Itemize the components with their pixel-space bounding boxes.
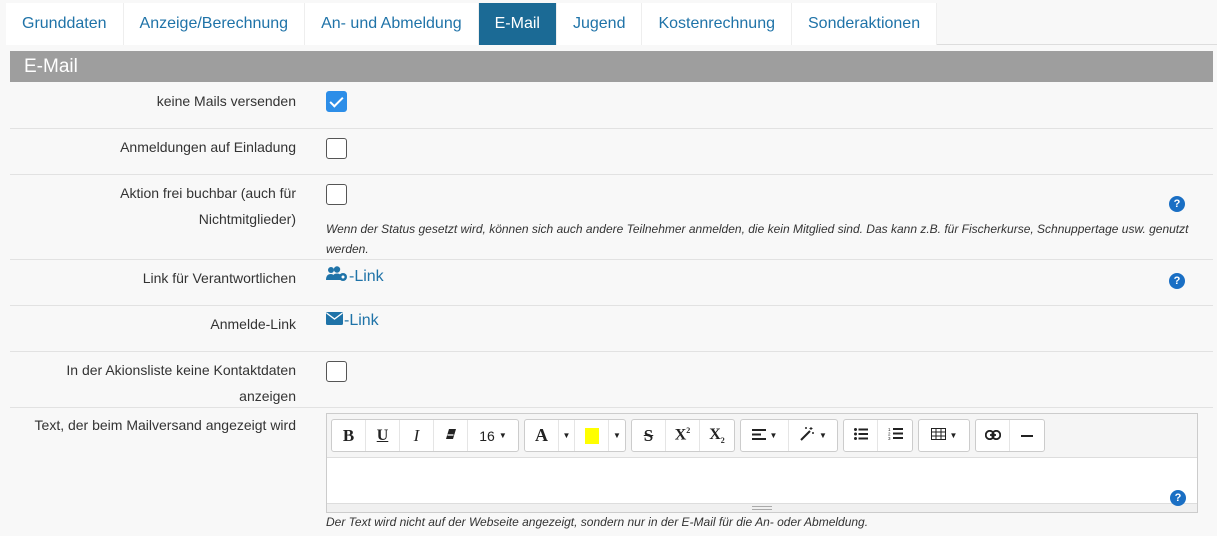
editor-content-area[interactable] bbox=[327, 458, 1197, 503]
help-icon[interactable]: ? bbox=[1169, 273, 1185, 289]
align-dropdown[interactable]: ▼ bbox=[741, 420, 789, 451]
bullet-list-icon bbox=[853, 427, 868, 444]
bold-button[interactable]: B bbox=[332, 420, 366, 451]
font-color-dropdown[interactable]: ▼ bbox=[559, 420, 575, 451]
list-group: 123 bbox=[843, 419, 913, 452]
paragraph-group: ▼ ▼ bbox=[740, 419, 838, 452]
tab-sonderaktionen[interactable]: Sonderaktionen bbox=[792, 3, 938, 45]
magic-wand-icon bbox=[799, 426, 815, 446]
row-no-contact: In der Akionsliste keine Kontaktdaten an… bbox=[10, 352, 1213, 408]
free-booking-label: Aktion frei buchbar (auch für Nichtmitgl… bbox=[120, 185, 296, 227]
subscript-icon: X2 bbox=[709, 425, 725, 446]
strikethrough-icon: S bbox=[643, 425, 654, 445]
underline-icon: U bbox=[376, 426, 389, 444]
caret-down-icon: ▼ bbox=[562, 431, 571, 440]
table-group: ▼ bbox=[918, 419, 970, 452]
signup-link[interactable]: -Link bbox=[326, 312, 379, 330]
signup-label: Anmelde-Link bbox=[210, 316, 296, 332]
help-icon[interactable]: ? bbox=[1170, 490, 1186, 506]
underline-button[interactable]: U bbox=[366, 420, 400, 451]
italic-icon: I bbox=[413, 425, 420, 445]
clear-format-button[interactable] bbox=[434, 420, 468, 451]
no-contact-checkbox[interactable] bbox=[326, 361, 347, 382]
no-contact-label: In der Akionsliste keine Kontaktdaten an… bbox=[66, 362, 296, 404]
row-signup-link: Anmelde-Link -Link bbox=[10, 306, 1213, 352]
editor-resize-handle[interactable] bbox=[327, 503, 1197, 512]
font-size-dropdown[interactable]: 16 ▼ bbox=[468, 420, 518, 451]
tab-email[interactable]: E-Mail bbox=[478, 3, 557, 45]
tab-jugend[interactable]: Jugend bbox=[556, 3, 643, 45]
rich-text-editor[interactable]: B U I 16 ▼ A ▼ ▼ S X2 X2 ▼ ▼ 1 2 3 ▼ ? bbox=[326, 413, 1198, 513]
eraser-icon bbox=[445, 427, 457, 444]
highlight-color-dropdown[interactable]: ▼ bbox=[609, 420, 625, 451]
tab-kostenrechnung[interactable]: Kostenrechnung bbox=[642, 3, 792, 45]
responsible-label: Link für Verantwortlichen bbox=[142, 270, 296, 286]
invite-label: Anmeldungen auf Einladung bbox=[120, 139, 296, 155]
highlight-swatch-icon bbox=[584, 427, 599, 444]
horizontal-rule-button[interactable] bbox=[1010, 420, 1044, 451]
format-group: B U I 16 ▼ bbox=[331, 419, 519, 452]
row-invite: Anmeldungen auf Einladung bbox=[10, 129, 1213, 175]
italic-button[interactable]: I bbox=[400, 420, 434, 451]
subscript-button[interactable]: X2 bbox=[700, 420, 734, 451]
font-color-icon: A bbox=[535, 425, 548, 445]
row-responsible-link: Link für Verantwortlichen -Link ? bbox=[10, 260, 1213, 306]
no-mails-label: keine Mails versenden bbox=[156, 93, 296, 109]
section-title: E-Mail bbox=[10, 51, 1213, 82]
tab-anzeige-berechnung[interactable]: Anzeige/Berechnung bbox=[123, 3, 306, 45]
insert-group bbox=[975, 419, 1045, 452]
link-icon bbox=[984, 427, 1001, 444]
bullet-list-button[interactable] bbox=[844, 420, 878, 451]
invite-checkbox[interactable] bbox=[326, 138, 347, 159]
row-no-mails: keine Mails versenden bbox=[10, 82, 1213, 129]
color-group: A ▼ ▼ bbox=[524, 419, 626, 452]
align-left-icon bbox=[751, 427, 766, 444]
link-button[interactable] bbox=[976, 420, 1010, 451]
highlight-color-button[interactable] bbox=[575, 420, 609, 451]
tab-grunddaten[interactable]: Grunddaten bbox=[6, 3, 124, 45]
envelope-icon bbox=[326, 312, 344, 330]
users-cog-icon bbox=[326, 266, 349, 287]
style-dropdown[interactable]: ▼ bbox=[789, 420, 837, 451]
strikethrough-button[interactable]: S bbox=[632, 420, 666, 451]
numbered-list-icon: 123 bbox=[888, 427, 903, 444]
tab-an-und-abmeldung[interactable]: An- und Abmeldung bbox=[305, 3, 479, 45]
mail-text-hint: Der Text wird nicht auf der Webseite ang… bbox=[326, 515, 869, 529]
script-group: S X2 X2 bbox=[631, 419, 735, 452]
row-free-booking: Aktion frei buchbar (auch für Nichtmitgl… bbox=[10, 175, 1213, 260]
caret-down-icon: ▼ bbox=[949, 431, 958, 440]
svg-text:3: 3 bbox=[888, 436, 891, 440]
font-color-button[interactable]: A bbox=[525, 420, 559, 451]
free-booking-hint: Wenn der Status gesetzt wird, können sic… bbox=[326, 222, 1189, 256]
caret-down-icon: ▼ bbox=[819, 431, 827, 440]
no-mails-checkbox[interactable] bbox=[326, 91, 347, 112]
help-icon[interactable]: ? bbox=[1169, 196, 1185, 212]
table-dropdown[interactable]: ▼ bbox=[919, 420, 969, 451]
editor-toolbar: B U I 16 ▼ A ▼ ▼ S X2 X2 ▼ ▼ 1 2 3 ▼ bbox=[327, 414, 1197, 458]
mail-text-label: Text, der beim Mailversand angezeigt wir… bbox=[34, 417, 296, 433]
caret-down-icon: ▼ bbox=[613, 431, 621, 440]
numbered-list-button[interactable]: 123 bbox=[878, 420, 912, 451]
responsible-link[interactable]: -Link bbox=[326, 266, 384, 287]
bold-icon: B bbox=[342, 425, 355, 445]
table-icon bbox=[930, 427, 946, 444]
superscript-button[interactable]: X2 bbox=[666, 420, 700, 451]
tab-bar: Grunddaten Anzeige/Berechnung An- und Ab… bbox=[6, 3, 1217, 45]
caret-down-icon: ▼ bbox=[769, 431, 778, 440]
caret-down-icon: ▼ bbox=[498, 431, 507, 440]
free-booking-checkbox[interactable] bbox=[326, 184, 347, 205]
superscript-icon: X2 bbox=[674, 426, 691, 444]
horizontal-rule-icon bbox=[1021, 434, 1033, 437]
